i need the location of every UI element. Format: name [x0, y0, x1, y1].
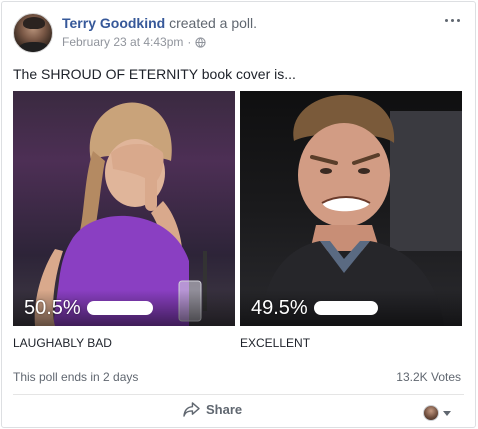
poll-end-notice: This poll ends in 2 days — [13, 370, 139, 384]
meta-separator: · — [187, 35, 192, 49]
author-avatar[interactable] — [13, 13, 53, 53]
poll-option-laughably-bad[interactable]: 50.5% — [13, 91, 235, 326]
audience-selector[interactable] — [423, 405, 451, 421]
author-name-link[interactable]: Terry Goodkind — [62, 15, 165, 31]
poll-post-card: Terry Goodkind created a poll. February … — [1, 1, 476, 428]
more-dot — [450, 18, 454, 22]
more-dot — [456, 18, 460, 22]
option-label-excellent[interactable]: EXCELLENT — [240, 336, 310, 350]
post-timestamp[interactable]: February 23 at 4:43pm — [62, 35, 183, 49]
share-button[interactable]: Share — [183, 402, 242, 417]
author-line: Terry Goodkind created a poll. — [62, 15, 257, 31]
more-dot — [444, 18, 448, 22]
post-action-text: created a poll. — [169, 15, 258, 31]
share-arrow-icon — [183, 402, 200, 417]
poll-option-excellent[interactable]: 49.5% — [240, 91, 462, 326]
percent-label: 50.5% — [24, 296, 81, 319]
more-options-icon[interactable] — [443, 14, 461, 26]
chevron-down-icon — [443, 410, 451, 416]
globe-icon[interactable] — [195, 36, 207, 48]
post-meta: February 23 at 4:43pm · — [62, 35, 207, 49]
share-label: Share — [206, 402, 243, 417]
avatar-shirt — [18, 42, 50, 52]
audience-avatar — [423, 405, 439, 421]
post-header: Terry Goodkind created a poll. February … — [2, 2, 475, 58]
result-overlay: 49.5% — [240, 290, 462, 326]
percent-label: 49.5% — [251, 296, 308, 319]
percent-bar — [86, 301, 153, 315]
result-overlay: 50.5% — [13, 290, 235, 326]
percent-bar — [313, 301, 378, 315]
action-divider — [13, 394, 464, 395]
vote-count[interactable]: 13.2K Votes — [396, 370, 461, 384]
poll-question: The SHROUD OF ETERNITY book cover is... — [13, 66, 296, 82]
option-label-laughably-bad[interactable]: LAUGHABLY BAD — [13, 336, 112, 350]
avatar-hair — [23, 17, 45, 29]
